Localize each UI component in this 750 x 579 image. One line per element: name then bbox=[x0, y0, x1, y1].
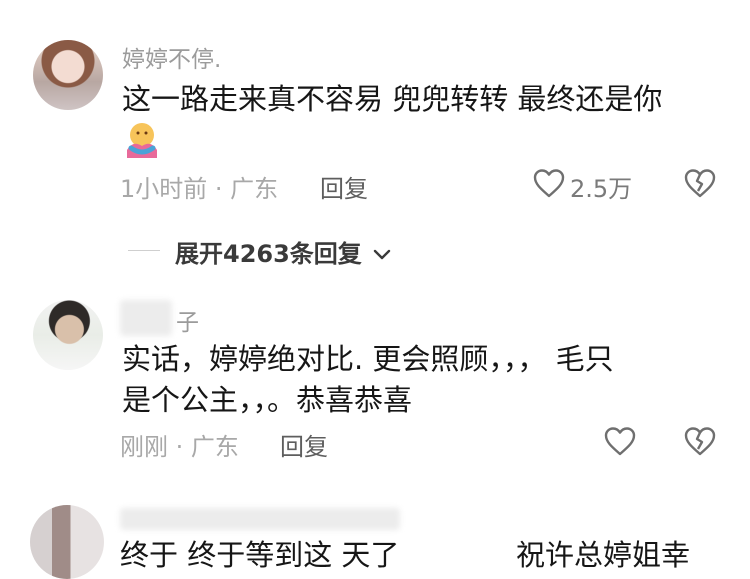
hugging-face-emoji bbox=[127, 123, 157, 158]
comment-meta: 刚刚 · 广东 bbox=[120, 433, 239, 461]
expand-divider bbox=[128, 250, 160, 251]
comment-text: 实话，婷婷绝对比. 更会照顾，，， 毛只 bbox=[122, 342, 614, 376]
redacted-username bbox=[120, 300, 172, 336]
reply-button[interactable]: 回复 bbox=[320, 169, 368, 204]
like-count: 2.5万 bbox=[570, 175, 633, 203]
comment-text: 终于 终于等到这 天了 bbox=[120, 538, 400, 572]
comment-text: 是个公主，，。恭喜恭喜 bbox=[122, 383, 413, 417]
heart-outline-icon[interactable] bbox=[532, 167, 566, 199]
chevron-down-icon bbox=[373, 249, 391, 260]
redacted-username bbox=[120, 508, 400, 530]
avatar[interactable] bbox=[33, 40, 103, 110]
broken-heart-icon[interactable] bbox=[683, 425, 717, 457]
avatar[interactable] bbox=[33, 300, 103, 370]
broken-heart-icon[interactable] bbox=[683, 167, 717, 199]
comment-text: 祝许总婷姐幸 bbox=[516, 538, 691, 572]
comment-text: 这一路走来真不容易 兜兜转转 最终还是你 bbox=[122, 82, 663, 116]
comment-meta: 1小时前 · 广东 bbox=[120, 175, 279, 203]
expand-replies-button[interactable]: 展开4263条回复 bbox=[175, 234, 392, 269]
reply-button[interactable]: 回复 bbox=[280, 427, 328, 462]
comment-username[interactable]: 子 bbox=[176, 303, 199, 337]
expand-replies-label: 展开4263条回复 bbox=[175, 240, 362, 268]
heart-outline-icon[interactable] bbox=[603, 425, 637, 457]
avatar[interactable] bbox=[30, 505, 104, 579]
comment-username[interactable]: 婷婷不停. bbox=[122, 40, 221, 74]
